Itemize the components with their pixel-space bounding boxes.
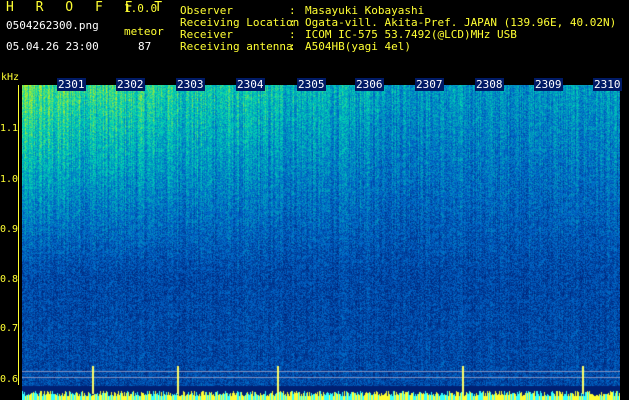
x-tick-label: 2304 bbox=[236, 78, 265, 91]
spectrogram-image bbox=[22, 85, 620, 400]
y-axis-line bbox=[18, 85, 19, 385]
file-name: 0504262300.png bbox=[6, 19, 99, 32]
info-value-antenna: A504HB(yagi 4el) bbox=[305, 40, 411, 53]
mode-label: meteor bbox=[124, 25, 164, 38]
x-tick-label: 2306 bbox=[355, 78, 384, 91]
x-tick-label: 2302 bbox=[116, 78, 145, 91]
y-tick-label: 1.0 bbox=[0, 174, 19, 185]
x-tick-label: 2307 bbox=[415, 78, 444, 91]
y-tick-label: 0.8 bbox=[0, 274, 19, 285]
x-tick-label: 2310 bbox=[593, 78, 622, 91]
x-tick-label: 2309 bbox=[534, 78, 563, 91]
timestamp: 05.04.26 23:00 bbox=[6, 40, 99, 53]
hrofft-window: H R O F F T 1.0.0 0504262300.png meteor … bbox=[0, 0, 629, 400]
y-tick-label: 1.1 bbox=[0, 123, 19, 134]
y-tick-label: 0.7 bbox=[0, 323, 19, 334]
app-version: 1.0.0 bbox=[124, 2, 158, 15]
info-separator: : bbox=[289, 40, 296, 53]
echo-count: 87 bbox=[138, 40, 152, 53]
y-tick-label: 0.9 bbox=[0, 224, 19, 235]
x-tick-label: 2301 bbox=[57, 78, 86, 91]
y-tick-label: 0.6 bbox=[0, 374, 19, 385]
info-key-antenna: Receiving antenna bbox=[180, 40, 293, 53]
spectrogram-panel bbox=[22, 85, 620, 400]
x-tick-label: 2305 bbox=[297, 78, 326, 91]
y-axis-unit: kHz bbox=[1, 72, 20, 83]
x-tick-label: 2308 bbox=[475, 78, 504, 91]
x-tick-label: 2303 bbox=[176, 78, 205, 91]
